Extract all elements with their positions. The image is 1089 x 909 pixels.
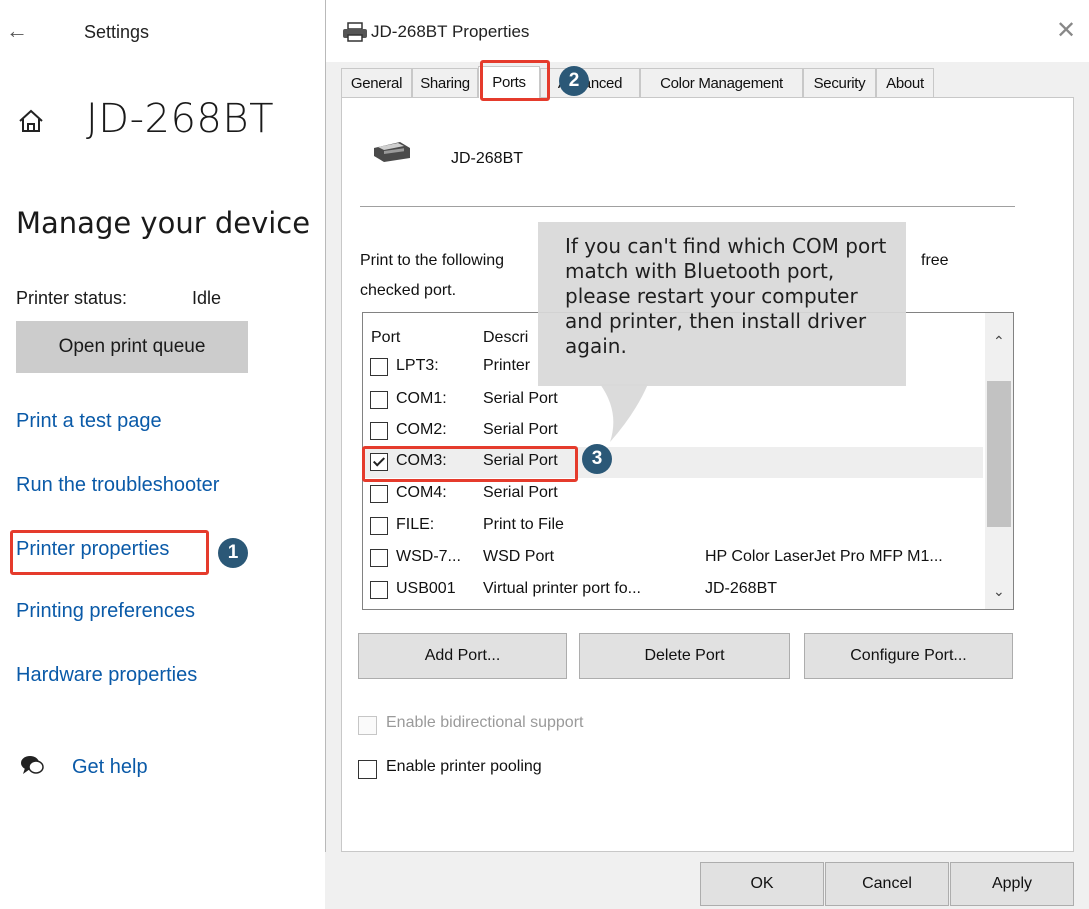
port-checkbox[interactable] bbox=[370, 485, 388, 503]
chevron-up-icon[interactable]: ⌃ bbox=[993, 333, 1005, 350]
port-description: Virtual printer port fo... bbox=[483, 580, 641, 597]
printer-pooling-label[interactable]: Enable printer pooling bbox=[386, 758, 542, 776]
port-row[interactable]: USB001 Virtual printer port fo... JD-268… bbox=[363, 575, 983, 606]
settings-title: Settings bbox=[84, 22, 150, 42]
port-row[interactable]: COM2: Serial Port bbox=[363, 416, 983, 447]
chevron-down-icon[interactable]: ⌄ bbox=[993, 583, 1005, 600]
settings-pane: ← Settings JD-268BT Manage your device P… bbox=[0, 0, 325, 909]
port-printer: JD-268BT bbox=[705, 580, 778, 597]
step-badge-1: 1 bbox=[218, 538, 248, 568]
ok-button[interactable]: OK bbox=[700, 862, 824, 906]
dialog-titlebar: JD-268BT Properties ✕ bbox=[326, 0, 1089, 62]
dialog-title: JD-268BT Properties bbox=[371, 22, 530, 41]
port-row[interactable]: FILE: Print to File bbox=[363, 511, 983, 542]
get-help-link[interactable]: Get help bbox=[72, 756, 148, 779]
port-name: WSD-7... bbox=[396, 548, 461, 565]
configure-port-button[interactable]: Configure Port... bbox=[804, 633, 1013, 679]
callout-tail bbox=[600, 384, 648, 442]
port-row[interactable]: COM1: Serial Port bbox=[363, 385, 983, 416]
printer-pooling-checkbox[interactable] bbox=[358, 760, 377, 779]
port-description: Printer bbox=[483, 357, 531, 374]
bidirectional-checkbox bbox=[358, 716, 377, 735]
port-row[interactable]: WSD-7... WSD Port HP Color LaserJet Pro … bbox=[363, 543, 983, 574]
home-icon bbox=[19, 109, 43, 132]
tab-about[interactable]: About bbox=[876, 68, 934, 98]
step-badge-3: 3 bbox=[582, 444, 612, 474]
port-checkbox[interactable] bbox=[370, 581, 388, 599]
ports-tab-highlight bbox=[480, 60, 550, 101]
column-header-description[interactable]: Descri bbox=[483, 329, 528, 347]
port-checkbox[interactable] bbox=[370, 517, 388, 535]
device-name-heading: JD-268BT bbox=[86, 96, 275, 142]
add-port-button[interactable]: Add Port... bbox=[358, 633, 567, 679]
port-name: COM2: bbox=[396, 421, 447, 438]
column-header-port[interactable]: Port bbox=[371, 329, 400, 347]
printer-name: JD-268BT bbox=[451, 150, 524, 167]
printing-preferences-link[interactable]: Printing preferences bbox=[16, 600, 195, 623]
printer-properties-highlight bbox=[10, 530, 209, 575]
port-description: WSD Port bbox=[483, 548, 555, 565]
port-checkbox[interactable] bbox=[370, 391, 388, 409]
port-checkbox[interactable] bbox=[370, 358, 388, 376]
printer-device-icon bbox=[374, 142, 410, 162]
callout-text: If you can't find which COM port match w… bbox=[565, 234, 887, 358]
com3-highlight bbox=[362, 446, 578, 482]
port-description: Serial Port bbox=[483, 390, 558, 407]
port-checkbox[interactable] bbox=[370, 422, 388, 440]
hardware-properties-link[interactable]: Hardware properties bbox=[16, 664, 197, 687]
tab-general[interactable]: General bbox=[341, 68, 412, 98]
port-name: COM1: bbox=[396, 390, 447, 407]
separator-line bbox=[360, 206, 1015, 207]
port-printer: HP Color LaserJet Pro MFP M1... bbox=[705, 548, 943, 565]
delete-port-button[interactable]: Delete Port bbox=[579, 633, 790, 679]
tab-color-management[interactable]: Color Management bbox=[640, 68, 803, 98]
port-row[interactable]: COM4: Serial Port bbox=[363, 479, 983, 510]
port-name: LPT3: bbox=[396, 357, 439, 374]
apply-button[interactable]: Apply bbox=[950, 862, 1074, 906]
chat-help-icon bbox=[21, 756, 44, 774]
printer-status-label: Printer status: bbox=[16, 288, 128, 308]
port-checkbox[interactable] bbox=[370, 549, 388, 567]
port-description: Serial Port bbox=[483, 421, 558, 438]
port-name: USB001 bbox=[396, 580, 456, 597]
tab-advanced[interactable]: Advanced bbox=[540, 68, 640, 98]
cancel-button[interactable]: Cancel bbox=[825, 862, 949, 906]
port-name: FILE: bbox=[396, 516, 435, 533]
print-test-page-link[interactable]: Print a test page bbox=[16, 410, 162, 433]
close-icon[interactable]: ✕ bbox=[1056, 16, 1076, 45]
port-list-scrollbar[interactable]: ⌃ ⌄ bbox=[985, 313, 1013, 609]
port-description: Print to File bbox=[483, 516, 564, 533]
open-print-queue-button[interactable]: Open print queue bbox=[16, 321, 248, 373]
bidirectional-label: Enable bidirectional support bbox=[386, 714, 584, 731]
run-troubleshooter-link[interactable]: Run the troubleshooter bbox=[16, 474, 219, 497]
instruction-right-fragment: free bbox=[921, 252, 949, 269]
printer-icon bbox=[343, 22, 367, 42]
step-badge-2: 2 bbox=[559, 66, 589, 96]
back-arrow-icon[interactable]: ← bbox=[6, 18, 28, 44]
tab-security[interactable]: Security bbox=[803, 68, 876, 98]
tab-sharing[interactable]: Sharing bbox=[412, 68, 478, 98]
manage-device-heading: Manage your device bbox=[16, 206, 311, 240]
scrollbar-thumb[interactable] bbox=[987, 381, 1011, 527]
port-name: COM4: bbox=[396, 484, 447, 501]
port-description: Serial Port bbox=[483, 484, 558, 501]
printer-status-value: Idle bbox=[192, 288, 222, 308]
